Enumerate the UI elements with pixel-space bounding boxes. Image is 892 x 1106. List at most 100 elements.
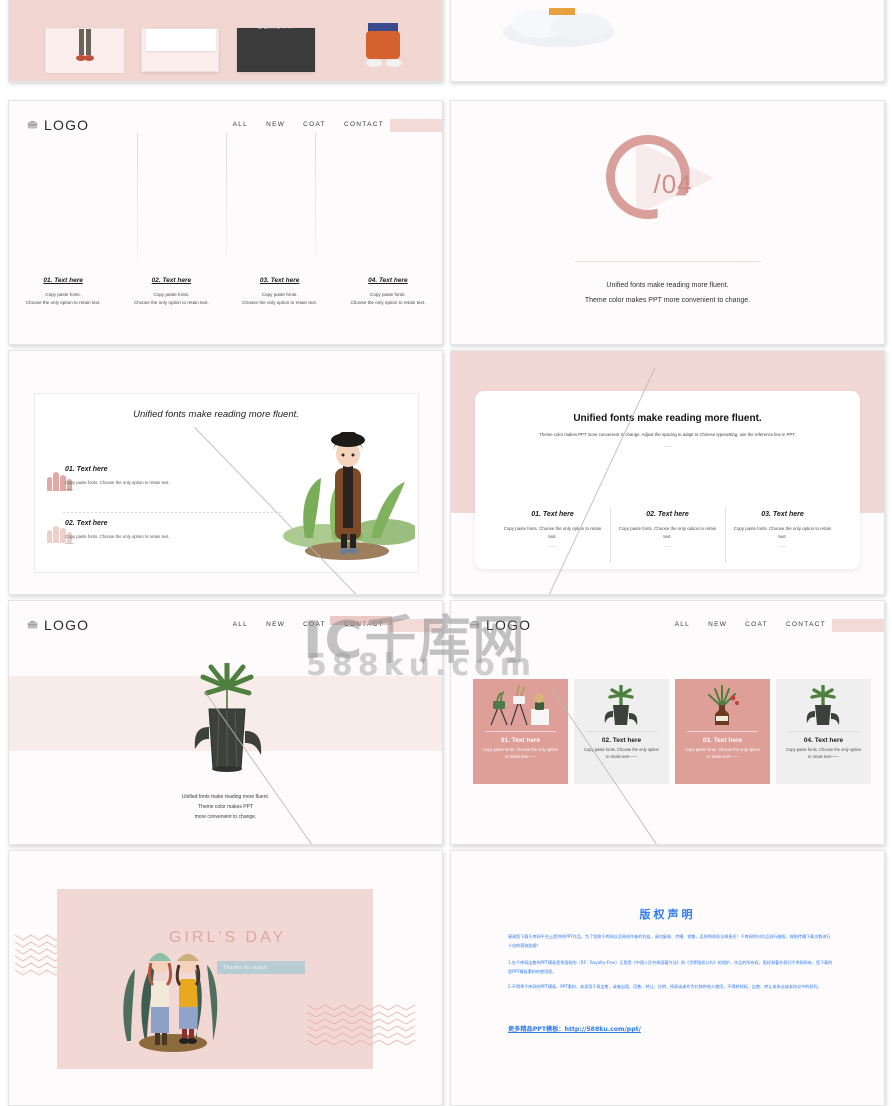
column-item: 03. Text here Copy paste fonts. Choose t… <box>226 277 334 308</box>
link-label: 更多精品PPT模板： <box>508 1026 565 1033</box>
slide-thumbnail-girls-day[interactable]: GIRL'S DAY Thanks for watch <box>8 850 443 1106</box>
nav-link-contact[interactable]: CONTACT <box>344 121 384 128</box>
column-title: 04. Text here <box>368 276 408 284</box>
logo[interactable]: LOGO <box>27 117 89 133</box>
slide-thumbnail-section-04[interactable]: /04 Unified fonts make reading more flue… <box>450 100 885 345</box>
zigzag-wave-icon <box>307 1004 415 1046</box>
nav-accent-block <box>390 119 442 132</box>
link-url: http://588ku.com/ppt/ <box>564 1026 641 1033</box>
three-column-text: 01. Text here Copy paste fonts. Choose t… <box>495 507 840 563</box>
plant-card[interactable]: 02. Text here Copy paste fonts. Choose t… <box>574 679 669 784</box>
slide-thumbnail-three-columns[interactable]: Unified fonts make reading more fluent. … <box>450 350 885 595</box>
caption-line-1: Unified fonts make reading more fluent. <box>181 794 270 800</box>
column-item: 03. Text here Copy paste fonts. Choose t… <box>725 507 840 563</box>
logo-text: LOGO <box>44 617 90 633</box>
nav-link-contact[interactable]: CONTACT <box>786 621 826 628</box>
content-card: Unified fonts make reading more fluent. … <box>475 391 860 569</box>
logo[interactable]: LOGO <box>27 617 89 633</box>
briefcase-icon <box>469 620 480 629</box>
column-title: 03. Text here <box>761 511 804 519</box>
cactus-icon <box>806 684 840 725</box>
section-number: /04 <box>653 169 693 199</box>
slide-thumbnail-plant-cards[interactable]: LOGO ALL NEW COAT CONTACT 01. Text here … <box>450 600 885 845</box>
copyright-notice: 版权声明 感谢您下载千库网平台上提供的PPT作品，为了您和千库网以及原创作者的利… <box>451 851 884 1105</box>
card-body: Copy paste fonts. Choose the only option… <box>584 747 659 759</box>
nav-link-all[interactable]: ALL <box>233 621 248 628</box>
nav-links[interactable]: ALL NEW COAT CONTACT <box>233 621 384 628</box>
column-line2: Choose the only option to retain text. <box>25 300 101 306</box>
plant-card-list: 01. Text here Copy paste fonts. Choose t… <box>473 679 871 784</box>
card-title: 01. Text here <box>500 737 541 744</box>
nav-link-new[interactable]: NEW <box>266 621 285 628</box>
caption-line-2: Theme color makes PPT <box>197 804 254 810</box>
column-dash: —— <box>548 542 557 548</box>
divider-rule <box>574 261 761 262</box>
nav-link-coat[interactable]: COAT <box>745 621 768 628</box>
slide-caption: Unified fonts make reading more fluent. … <box>9 792 442 822</box>
nav-accent-block <box>390 619 442 632</box>
item-dash: —— <box>65 487 74 493</box>
nav-link-all[interactable]: ALL <box>233 121 248 128</box>
thumbnail-sheet: BEAUTY retain text. retain text. retain … <box>0 0 892 1106</box>
column-item: 04. Text here Copy paste fonts. Choose t… <box>334 277 442 308</box>
slide-thumbnail-copyright[interactable]: 版权声明 感谢您下载千库网平台上提供的PPT作品，为了您和千库网以及原创作者的利… <box>450 850 885 1106</box>
column-title: 02. Text here <box>151 276 192 284</box>
nav-links[interactable]: ALL NEW COAT CONTACT <box>233 121 384 128</box>
person-legs-icon <box>46 29 124 73</box>
slide-title: GIRL'S DAY <box>169 929 287 946</box>
column-dash: —— <box>778 542 787 548</box>
column-body: Copy paste fonts. Choose the only option… <box>733 526 832 540</box>
column-line1: Copy paste fonts. <box>370 291 406 297</box>
nav-link-coat[interactable]: COAT <box>303 621 326 628</box>
card-separator <box>586 731 657 732</box>
slide-thumbnail-girl-list[interactable]: Unified fonts make reading more fluent. … <box>8 350 443 595</box>
plant-card[interactable]: 03. Text here Copy paste fonts. Choose t… <box>675 679 770 784</box>
item-separator <box>63 512 283 513</box>
girl-in-brown-coat-illustration <box>283 432 415 560</box>
column-line2: Choose the only option to retain text. <box>133 300 209 306</box>
section-graphic: /04 <box>451 125 884 240</box>
logo[interactable]: LOGO <box>469 617 531 633</box>
bottle-vase-icon <box>708 685 739 725</box>
slide-thumbnail-four-columns[interactable]: LOGO ALL NEW COAT CONTACT 01. Text here … <box>8 100 443 345</box>
caption-line-2: Theme color makes PPT more convenient to… <box>584 296 751 304</box>
copyright-paragraph-3: 2.不得将千库网的PPT模板、PPT素材、本身用于再出售，或者出租、回售、转让、… <box>508 984 822 989</box>
logo-text: LOGO <box>486 617 532 633</box>
card-separator <box>788 731 859 732</box>
column-item: 02. Text here Copy paste fonts. Choose t… <box>117 277 225 308</box>
slide-thumbnail-cactus[interactable]: LOGO ALL NEW COAT CONTACT Unified fonts … <box>8 600 443 845</box>
column-dash: —— <box>663 542 672 548</box>
list-item: 01. Text here Copy paste fonts. Choose t… <box>65 466 275 494</box>
plant-card[interactable]: 04. Text here Copy paste fonts. Choose t… <box>776 679 871 784</box>
copyright-paragraph-1: 感谢您下载千库网平台上提供的PPT作品，为了您和千库网以及原创作者的利益，请勿复… <box>508 934 831 948</box>
nav-accent-block <box>832 619 884 632</box>
copyright-paragraph-2: 1.在千库网出售的PPT模板是免版权的（RF：Royalty-Free）正版受《… <box>508 960 833 974</box>
mini-card-label: BEAUTY <box>257 25 294 31</box>
person-orange-coat-icon <box>366 23 402 67</box>
column-body: Copy paste fonts. Choose the only option… <box>618 526 717 540</box>
item-dash: —— <box>65 541 74 547</box>
column-line2: Choose the only option to retain text. <box>350 300 426 306</box>
more-templates-link[interactable]: 更多精品PPT模板：http://588ku.com/ppt/ <box>508 1024 641 1033</box>
slide-thumbnail-top-right[interactable]: retain text. retain text. retain text. <box>450 0 885 82</box>
column-line1: Copy paste fonts. <box>153 291 190 297</box>
nav-link-contact[interactable]: CONTACT <box>344 621 384 628</box>
nav-links[interactable]: ALL NEW COAT CONTACT <box>675 621 826 628</box>
briefcase-icon <box>27 620 38 629</box>
column-line1: Copy paste fonts. <box>261 291 298 297</box>
four-column-text: 01. Text here Copy paste fonts. Choose t… <box>9 277 442 308</box>
nav-link-all[interactable]: ALL <box>675 621 690 628</box>
column-line1: Copy paste fonts. <box>45 291 81 297</box>
slide-thumbnail-top-left[interactable]: BEAUTY <box>8 0 443 82</box>
nav-link-new[interactable]: NEW <box>266 121 285 128</box>
content-card: Unified fonts make reading more fluent. … <box>34 393 419 573</box>
card-separator <box>687 731 758 732</box>
slide-heading: Unified fonts make reading more fluent. <box>573 413 762 424</box>
nav-link-coat[interactable]: COAT <box>303 121 326 128</box>
slide-navbar: LOGO ALL NEW COAT CONTACT <box>9 617 442 639</box>
column-line2: Choose the only option to retain text. <box>242 300 318 306</box>
nav-link-new[interactable]: NEW <box>708 621 727 628</box>
thanks-button[interactable]: Thanks for watch <box>217 961 305 974</box>
plant-card[interactable]: 01. Text here Copy paste fonts. Choose t… <box>473 679 568 784</box>
column-dividers <box>9 133 442 258</box>
